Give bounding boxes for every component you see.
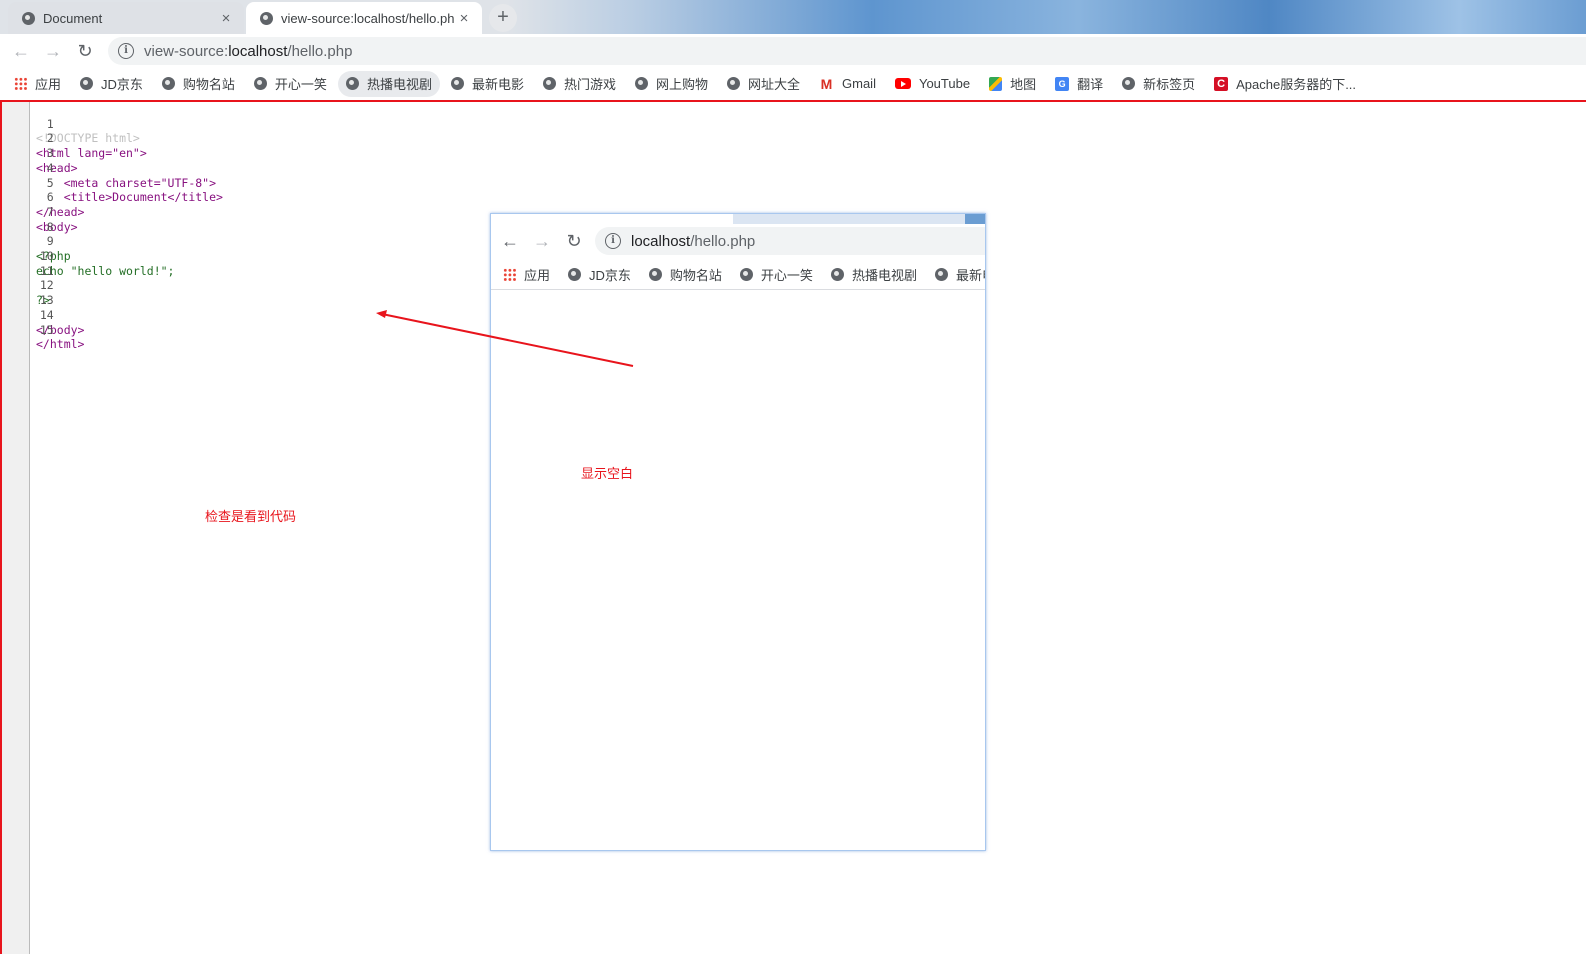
globe-icon (739, 268, 753, 281)
tab-title: view-source:localhost/hello.ph (281, 10, 455, 26)
address-bar[interactable]: i view-source:localhost/hello.php (108, 37, 1586, 65)
apps-grid-icon (14, 77, 27, 90)
bookmark-maps[interactable]: 地图 (981, 71, 1044, 97)
tab-view-source[interactable]: view-source:localhost/hello.ph × (246, 2, 482, 34)
source-line: 12 ?> (36, 278, 54, 308)
close-icon[interactable]: × (218, 10, 234, 27)
annotation-inspect-code: 检查是看到代码 (205, 509, 297, 524)
source-line: 4 <meta charset="UTF-8"> (36, 160, 217, 190)
bookmark-shopping-sites[interactable]: 购物名站 (154, 71, 243, 97)
source-line: 13 (39, 293, 54, 308)
bookmark-jokes: 开心一笑 (732, 262, 823, 288)
globe-icon (161, 77, 175, 90)
bookmark-tv-series: 热播电视剧 (823, 262, 927, 288)
bookmark-jokes[interactable]: 开心一笑 (246, 71, 335, 97)
source-line: 7 <body> (36, 204, 78, 234)
source-line: 15 </html> (36, 322, 85, 352)
bookmark-games[interactable]: 热门游戏 (535, 71, 624, 97)
youtube-icon (894, 78, 911, 89)
bookmarks-bar: 应用 JD京东 购物名站 开心一笑 热播电视剧 最新电影 热门游戏 网上购物 网… (0, 68, 1586, 99)
bookmark-youtube[interactable]: YouTube (887, 71, 978, 97)
source-line: 2 <html lang="en"> (36, 131, 147, 161)
globe-icon (542, 77, 556, 90)
bookmark-movies[interactable]: 最新电影 (443, 71, 532, 97)
bookmark-shopping-sites: 购物名站 (641, 262, 732, 288)
globe-icon (253, 77, 267, 90)
gmail-icon: M (820, 75, 833, 92)
forward-arrow-icon[interactable]: → (42, 40, 64, 62)
url-text: view-source:localhost/hello.php (144, 42, 353, 60)
info-icon[interactable]: i (118, 43, 134, 59)
mini-url-text: localhost/hello.php (631, 232, 756, 250)
globe-icon (345, 77, 359, 90)
maps-icon (989, 76, 1003, 91)
bookmark-apps[interactable]: 应用 (6, 71, 69, 97)
source-line: 5 <title>Document</title> (36, 175, 223, 205)
mini-tab-strip (491, 214, 985, 224)
back-arrow-icon[interactable]: ← (10, 40, 32, 62)
globe-icon (727, 77, 740, 90)
globe-icon (634, 77, 648, 90)
bookmark-translate[interactable]: G 翻译 (1047, 71, 1111, 97)
translate-icon: G (1055, 76, 1070, 91)
globe-icon (450, 77, 464, 90)
globe-icon (568, 268, 582, 281)
source-line: 11 (39, 263, 54, 278)
source-line: 8 (46, 219, 54, 234)
toolbar: ← → ↻ i view-source:localhost/hello.php (0, 34, 1586, 68)
bookmark-jd: JD京东 (560, 262, 641, 288)
bookmark-new-tab[interactable]: 新标签页 (1114, 71, 1203, 97)
tab-strip: Document × view-source:localhost/hello.p… (0, 0, 1586, 34)
new-tab-button[interactable]: + (489, 4, 517, 32)
embedded-browser-screenshot: ← → ↻ i localhost/hello.php 应用 JD京东 购物名站… (490, 213, 986, 851)
close-icon[interactable]: × (456, 10, 472, 27)
bookmark-apps: 应用 (495, 262, 560, 288)
source-line: 14 </body> (36, 307, 85, 337)
source-line: 9 <?php (36, 234, 71, 263)
bookmark-apache[interactable]: C Apache服务器的下... (1206, 71, 1364, 97)
annotation-blank-display: 显示空白 (581, 466, 634, 481)
apps-grid-icon (503, 268, 516, 281)
mini-bookmarks-bar: 应用 JD京东 购物名站 开心一笑 热播电视剧 最新电影 (491, 260, 985, 290)
globe-icon (830, 268, 844, 281)
globe-icon (260, 11, 273, 25)
globe-icon (1122, 77, 1136, 90)
bookmark-jd[interactable]: JD京东 (72, 71, 151, 97)
globe-icon (22, 11, 35, 25)
source-line: 10 echo "hello world!"; (36, 249, 175, 278)
mini-address-bar: i localhost/hello.php (595, 227, 985, 255)
source-line: 1 <!DOCTYPE html> (36, 116, 140, 146)
source-line: 6 </head> (36, 190, 85, 219)
globe-icon (80, 77, 94, 90)
bookmark-url-directory[interactable]: 网址大全 (719, 71, 808, 97)
tab-document[interactable]: Document × (8, 2, 244, 34)
back-arrow-icon: ← (501, 231, 519, 251)
forward-arrow-icon: → (533, 231, 551, 251)
globe-icon (648, 268, 662, 281)
bookmark-online-shopping[interactable]: 网上购物 (627, 71, 716, 97)
globe-icon (934, 268, 948, 281)
bookmark-gmail[interactable]: M Gmail (811, 71, 884, 97)
apache-icon: C (1214, 76, 1229, 91)
reload-icon: ↻ (566, 231, 582, 251)
bookmark-tv-series[interactable]: 热播电视剧 (337, 70, 440, 97)
mini-toolbar: ← → ↻ i localhost/hello.php (491, 224, 985, 258)
info-icon: i (605, 233, 621, 249)
source-line: 3 <head> (36, 146, 78, 175)
tab-title: Document (43, 10, 103, 26)
reload-icon[interactable]: ↻ (74, 40, 96, 62)
bookmark-movies: 最新电影 (927, 262, 985, 288)
